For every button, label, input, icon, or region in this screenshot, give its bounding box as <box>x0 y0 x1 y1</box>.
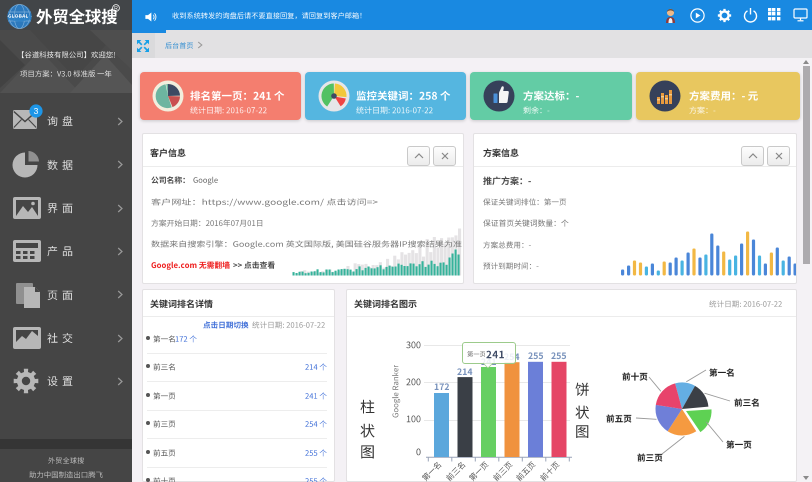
svg-text:3: 3 <box>33 106 38 116</box>
